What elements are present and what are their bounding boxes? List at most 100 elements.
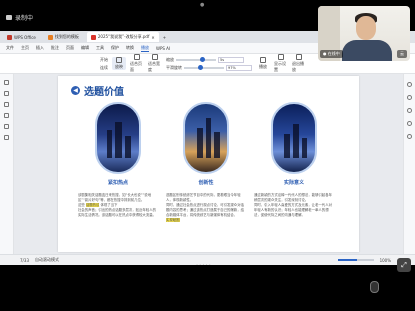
menu-insert[interactable]: 插入 xyxy=(36,45,44,51)
recording-indicator[interactable]: 录制中 xyxy=(6,13,33,22)
tab-pdf-document[interactable]: 2025“我说我”-改版分享.pdf ✕ xyxy=(86,32,159,42)
toolbar-play-button[interactable]: 放映 xyxy=(112,57,126,70)
speed-dropdown[interactable]: 5s xyxy=(218,56,244,63)
slider-group: 缩放 5s 平滑旋转 97% xyxy=(166,56,252,71)
body-line: 选题区别传统综艺节目中的代际，更着眼当今年轻人，体现新颖性。 xyxy=(166,193,241,202)
bookmark-icon[interactable] xyxy=(4,91,9,96)
settings-icon[interactable] xyxy=(407,121,412,126)
webcam-right-tag: 云 xyxy=(397,50,407,58)
tab-label: 找到您的模板 xyxy=(54,34,79,39)
menu-convert[interactable]: 转换 xyxy=(126,45,134,51)
comment-icon[interactable] xyxy=(4,102,9,107)
right-sidebar xyxy=(403,74,415,254)
left-sidebar xyxy=(0,74,14,254)
page-title: 选题价值 xyxy=(84,87,124,98)
toolbar-label: 适合页面 xyxy=(130,61,142,72)
camera-notch: ● xyxy=(200,2,206,8)
toolbar-label: 显示设置 xyxy=(274,61,286,72)
building-silhouette xyxy=(206,118,211,158)
attachment-icon[interactable] xyxy=(4,113,9,118)
menu-comment[interactable]: 批注 xyxy=(51,45,59,51)
webcam-name-tag: ● 在线中 xyxy=(320,50,343,58)
webcam-preview[interactable]: ● 在线中 云 xyxy=(318,6,410,61)
column-body-text: 选题区别传统综艺节目中的代际，更着眼当今年轻人，体现新颖性。 同时，通过社会热点… xyxy=(166,193,246,223)
zoom-row: 缩放 5s xyxy=(166,56,252,63)
zoom-slider[interactable] xyxy=(176,56,216,62)
zoom-dropdown[interactable]: 97% xyxy=(226,64,252,71)
city-night-image xyxy=(95,102,141,174)
slider-knob[interactable] xyxy=(200,56,205,62)
search-icon[interactable] xyxy=(4,124,9,129)
document-canvas[interactable]: ◀ 选题价值 紧扣热点 创新性 实际意义 该剧集相关话题连日来热搜，如“长大也说… xyxy=(14,74,403,254)
column-heading: 紧扣热点 xyxy=(107,180,128,186)
page-dots: • • • • • xyxy=(196,263,211,267)
toolbar-continuous[interactable]: 连续 xyxy=(100,65,108,71)
expand-icon[interactable]: ⤢ xyxy=(397,258,411,272)
column-innovation: 创新性 xyxy=(174,102,238,186)
menu-play[interactable]: 播放 xyxy=(141,45,149,52)
tab-templates[interactable]: 找到您的模板 xyxy=(44,32,83,42)
pdf-icon xyxy=(90,34,96,40)
menu-tools[interactable]: 工具 xyxy=(96,45,104,51)
slider-knob[interactable] xyxy=(198,64,203,70)
column-hot-topic: 紧扣热点 xyxy=(86,102,150,186)
city-blue-image xyxy=(271,102,317,174)
close-icon[interactable]: ✕ xyxy=(151,35,154,40)
toolbar-display-settings[interactable]: 显示设置 xyxy=(274,54,288,73)
toolbar-fit-page[interactable]: 适合页面 xyxy=(130,54,144,73)
menu-protect[interactable]: 保护 xyxy=(111,45,119,51)
menu-page[interactable]: 页面 xyxy=(66,45,74,51)
highlighted-text: 话题热议 xyxy=(85,203,100,207)
toolbar-fit-width[interactable]: 适合宽度 xyxy=(148,54,162,73)
column-heading: 实际意义 xyxy=(283,180,304,186)
view-mode-label[interactable]: 自动滚动模式 xyxy=(35,257,59,263)
rotate-label: 平滑旋转 xyxy=(166,64,182,70)
building-silhouette xyxy=(125,136,131,158)
layers-icon[interactable] xyxy=(4,135,9,140)
share-icon[interactable] xyxy=(407,134,412,139)
template-icon xyxy=(47,34,53,40)
menu-wps-ai[interactable]: WPS AI xyxy=(156,46,170,51)
building-silhouette xyxy=(197,128,203,158)
zoom-level[interactable]: 100% xyxy=(380,258,391,263)
highlighted-text: 实现破圈 xyxy=(166,218,180,222)
body-line: 该剧集相关话题连日来热搜，如“长大也说”“说地区”“影片好句”等，都在热搜中排到… xyxy=(78,193,152,202)
toolbar-label: 退出播放 xyxy=(292,61,304,72)
body-line: 通过新颖的方式诠释一代代人的想法，能够引起各年龄层次的观众关注，引发深刻讨论。 xyxy=(254,193,332,202)
building-silhouette xyxy=(302,138,307,158)
tab-wps-office[interactable]: WPS Office xyxy=(3,32,40,42)
play-icon xyxy=(116,57,122,63)
zoom-in-icon[interactable] xyxy=(407,82,412,87)
toolbar-label: 播放 xyxy=(259,64,267,69)
page-indicator[interactable]: 7/33 xyxy=(20,258,29,263)
menu-edit[interactable]: 编辑 xyxy=(81,45,89,51)
microphone-icon[interactable] xyxy=(370,281,379,293)
menu-file[interactable]: 文件 xyxy=(6,45,14,51)
rotate-slider[interactable] xyxy=(184,64,224,70)
zoom-out-icon[interactable] xyxy=(407,95,412,100)
hand-tool-icon[interactable] xyxy=(407,108,412,113)
zoom-label: 缩放 xyxy=(166,56,174,62)
screen: ● 录制中 ● 在线中 云 WPS Office 找到您的模板 2025“我说我… xyxy=(0,0,415,311)
new-tab-icon[interactable]: + xyxy=(163,35,166,40)
menu-home[interactable]: 主页 xyxy=(21,45,29,51)
toolbar-exit-play[interactable]: 退出播放 xyxy=(292,54,306,73)
thumbnail-icon[interactable] xyxy=(4,80,9,85)
body-line: 社会的声音；引出的热点话题多层次，贴近年轻人的实际生活情况。该话题可以在热点中获… xyxy=(78,208,156,217)
body-line: 同时，通过社会热点进行观点讨论，可引发观众对话题内容的思考；通过该热点打造属于自… xyxy=(166,203,244,217)
toolbar-label: 放映 xyxy=(115,64,123,69)
building-silhouette xyxy=(115,122,122,158)
building-silhouette xyxy=(214,132,220,158)
toolbar-label: 适合宽度 xyxy=(148,61,160,72)
recording-label: 录制中 xyxy=(15,15,34,22)
toolbar-play-settings[interactable]: 播放 xyxy=(256,57,270,70)
city-dusk-image xyxy=(183,102,229,174)
wps-window: WPS Office 找到您的模板 2025“我说我”-改版分享.pdf ✕ +… xyxy=(0,31,415,265)
view-mode-group: 开始 连续 xyxy=(100,57,108,71)
column-heading: 创新性 xyxy=(198,180,214,186)
toolbar-start[interactable]: 开始 xyxy=(100,57,108,63)
exit-icon xyxy=(296,54,302,60)
person-face xyxy=(356,16,376,40)
slideshow-icon xyxy=(260,57,266,63)
wps-logo-icon xyxy=(7,34,12,40)
